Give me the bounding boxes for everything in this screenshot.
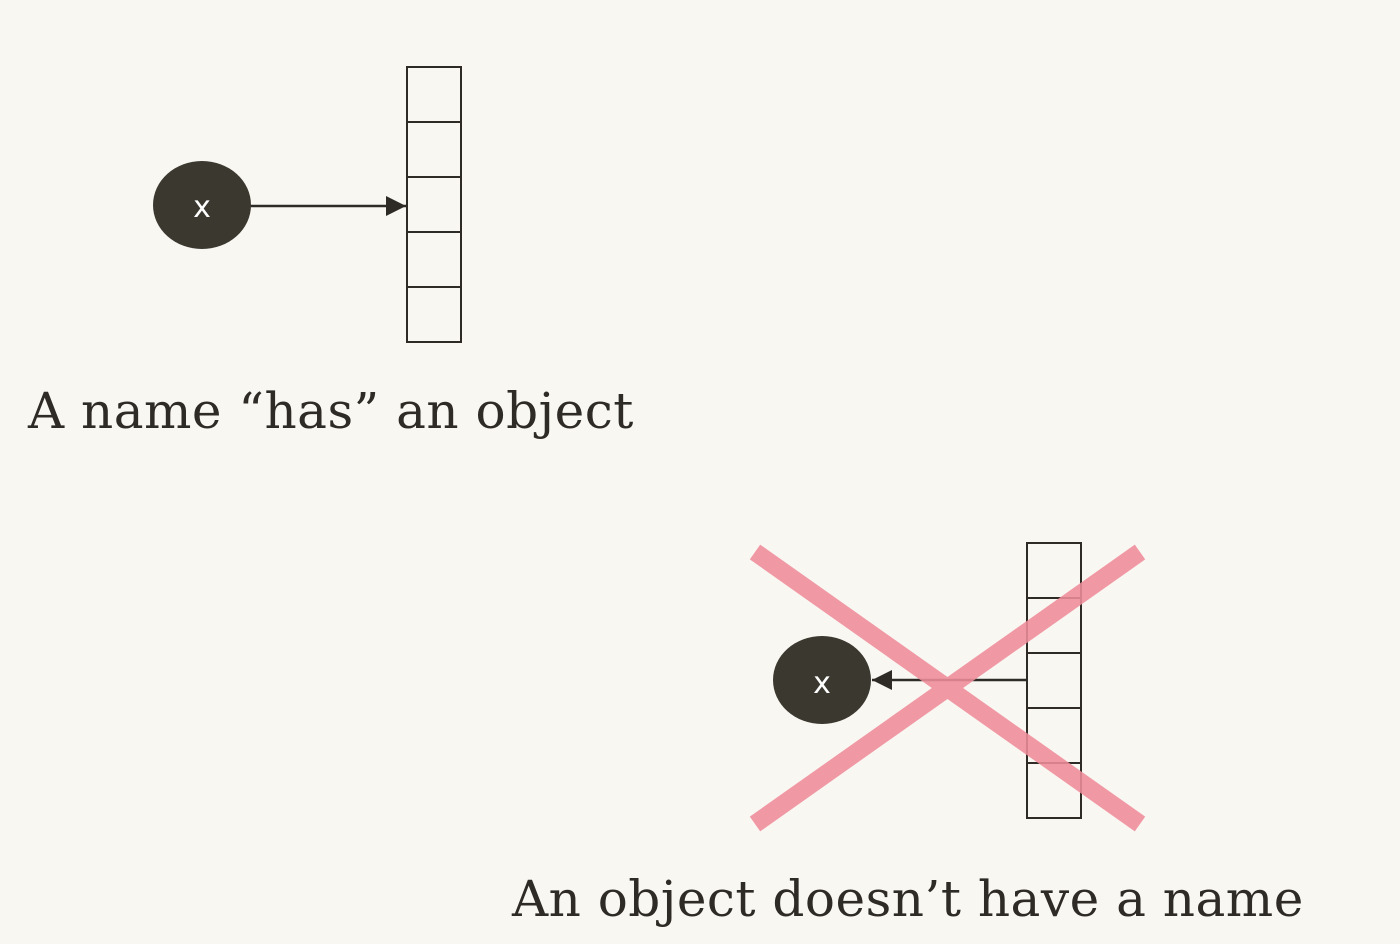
array-cell bbox=[406, 176, 462, 233]
caption-correct: A name “has” an object bbox=[28, 382, 634, 440]
array-cell bbox=[406, 66, 462, 123]
caption-incorrect: An object doesn’t have a name bbox=[512, 870, 1304, 928]
array-cell bbox=[406, 231, 462, 288]
diagram-canvas: x x bbox=[153, 66, 1146, 832]
array-cell bbox=[1026, 652, 1082, 709]
object-array-top bbox=[406, 66, 462, 343]
panel-incorrect: x bbox=[749, 542, 1146, 832]
panel-correct: x bbox=[153, 66, 462, 343]
array-cell bbox=[406, 286, 462, 343]
name-node-label-bottom: x bbox=[813, 666, 831, 701]
name-node-label-top: x bbox=[193, 190, 211, 225]
array-cell bbox=[406, 121, 462, 178]
